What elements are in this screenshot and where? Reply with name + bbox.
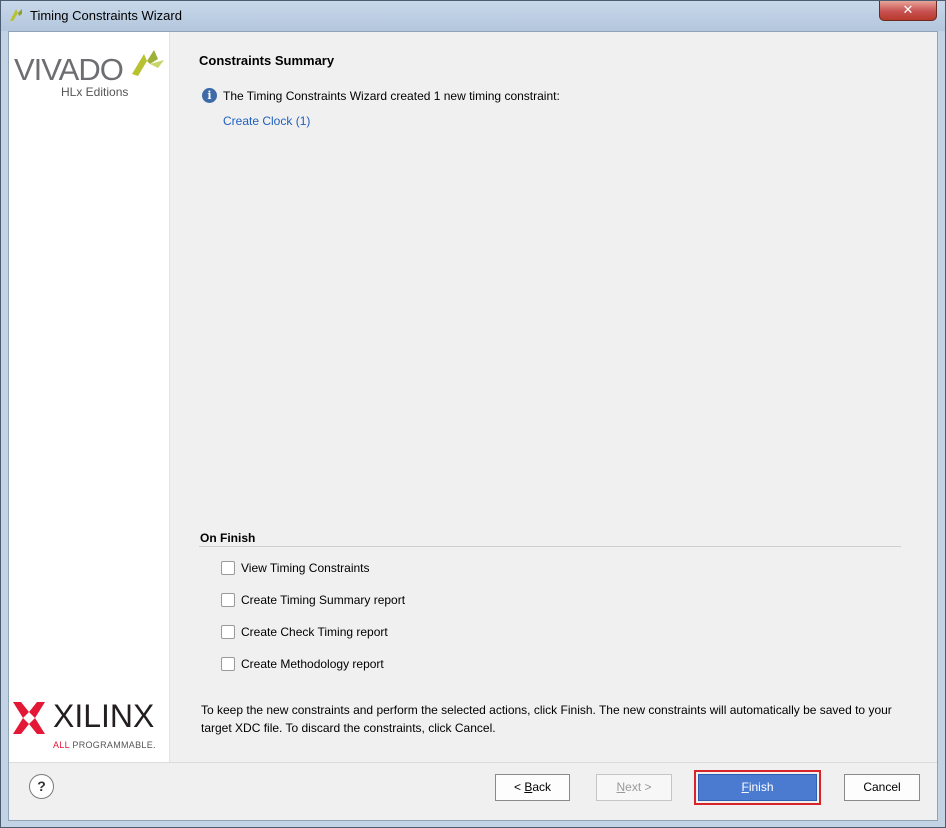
help-icon: ? (37, 778, 46, 794)
main-content: Constraints Summary i The Timing Constra… (170, 32, 937, 762)
vivado-logo: VIVADO HLx Editions (14, 48, 164, 100)
vivado-logo-text: VIVADO (14, 52, 124, 87)
info-icon: i (202, 88, 217, 103)
finish-highlight: Finish (694, 770, 821, 805)
create-methodology-checkbox[interactable] (221, 657, 235, 671)
vivado-edition-text: HLx Editions (61, 85, 129, 99)
window-title: Timing Constraints Wizard (30, 8, 182, 23)
create-check-timing-checkbox[interactable] (221, 625, 235, 639)
wizard-window: Timing Constraints Wizard ✕ VIVADO HLx E… (0, 0, 946, 828)
finish-instructions: To keep the new constraints and perform … (201, 703, 892, 735)
option-label: View Timing Constraints (241, 561, 370, 575)
next-button[interactable]: Next > (596, 774, 672, 801)
vivado-leaf-icon (132, 50, 164, 76)
view-timing-constraints-checkbox[interactable] (221, 561, 235, 575)
back-button[interactable]: < Back (495, 774, 570, 801)
close-button[interactable]: ✕ (879, 1, 937, 21)
info-text: The Timing Constraints Wizard created 1 … (223, 89, 560, 103)
xilinx-x-icon (13, 702, 45, 734)
on-finish-divider (199, 546, 901, 547)
sidebar: VIVADO HLx Editions XILINX ALL PROGRAMMA… (9, 32, 170, 762)
option-label: Create Timing Summary report (241, 593, 406, 607)
button-bar: ? < Back Next > Finish Cancel (9, 762, 937, 820)
help-button[interactable]: ? (29, 774, 54, 799)
create-timing-summary-checkbox[interactable] (221, 593, 235, 607)
page-title: Constraints Summary (199, 53, 335, 68)
wizard-client: VIVADO HLx Editions XILINX ALL PROGRAMMA… (8, 31, 938, 821)
option-label: Create Check Timing report (241, 625, 388, 639)
xilinx-tagline: ALL PROGRAMMABLE. (53, 740, 156, 750)
close-icon: ✕ (902, 2, 914, 17)
vivado-app-icon (10, 9, 22, 21)
create-clock-link[interactable]: Create Clock (1) (223, 114, 310, 128)
xilinx-logo: XILINX ALL PROGRAMMABLE. (13, 698, 169, 758)
xilinx-logo-text: XILINX (53, 698, 155, 734)
on-finish-heading: On Finish (200, 531, 256, 545)
title-bar[interactable]: Timing Constraints Wizard ✕ (1, 1, 945, 31)
option-label: Create Methodology report (241, 657, 384, 671)
finish-button[interactable]: Finish (698, 774, 817, 801)
cancel-button[interactable]: Cancel (844, 774, 920, 801)
